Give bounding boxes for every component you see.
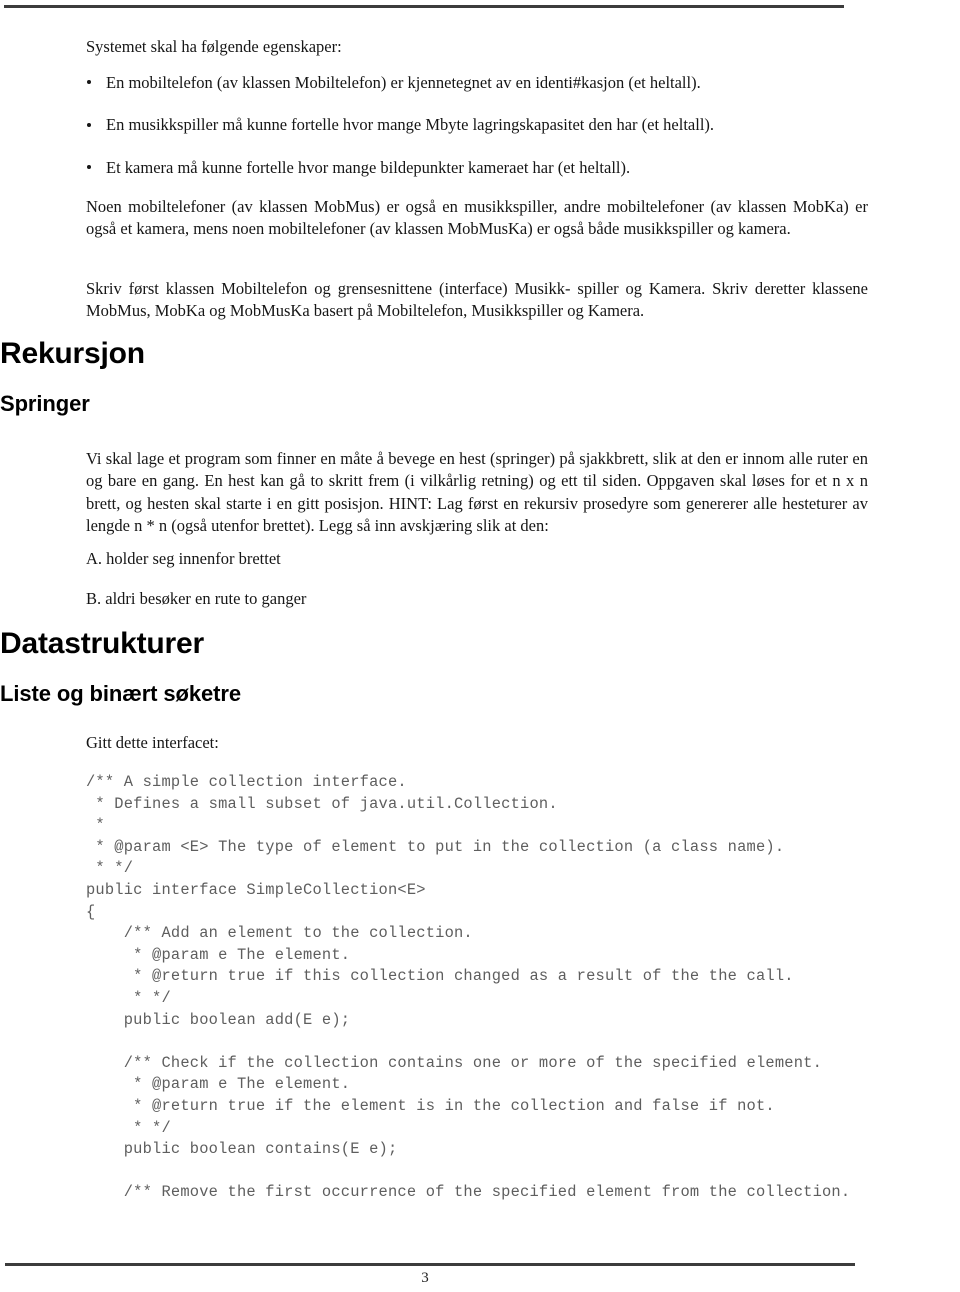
list-item-label: En musikkspiller må kunne fortelle hvor … — [106, 115, 715, 135]
paragraph-task: Skriv først klassen Mobiltelefon og gren… — [86, 279, 868, 321]
bullet-icon — [87, 80, 91, 85]
header-rule — [4, 5, 844, 8]
paragraph-classes: Noen mobiltelefoner (av klassen MobMus) … — [86, 197, 868, 239]
requirements-list: En mobiltelefon (av klassen Mobiltelefon… — [86, 72, 876, 179]
document-page: Systemet skal ha følgende egenskaper: En… — [0, 0, 960, 1292]
constraint-item-b: B. aldri besøker en rute to ganger — [86, 589, 307, 608]
page-number: 3 — [421, 1270, 429, 1286]
list-item-label: En mobiltelefon (av klassen Mobiltelefon… — [106, 73, 701, 92]
heading-datastrukturer: Datastrukturer — [0, 627, 204, 660]
heading-rekursjon: Rekursjon — [0, 337, 145, 370]
heading-springer: Springer — [0, 391, 90, 416]
code-block: /** A simple collection interface. * Def… — [86, 773, 851, 1202]
list-item: En mobiltelefon (av klassen Mobiltelefon… — [86, 72, 876, 94]
list-item: En musikkspiller må kunne fortelle hvor … — [86, 114, 876, 136]
constraint-item-a: A. holder seg innenfor brettet — [86, 549, 281, 568]
footer-rule — [5, 1263, 855, 1266]
list-item: Et kamera må kunne fortelle hvor mange b… — [86, 157, 876, 179]
heading-liste-og-binaert-soketre: Liste og binært søketre — [0, 681, 241, 706]
bullet-icon — [87, 165, 91, 170]
paragraph-springer: Vi skal lage et program som finner en må… — [86, 449, 868, 536]
list-item-label: Et kamera må kunne fortelle hvor mange b… — [106, 157, 631, 177]
gitt-dette-interfacet-line: Gitt dette interfacet: — [86, 733, 219, 752]
intro-line: Systemet skal ha følgende egenskaper: — [86, 37, 342, 56]
bullet-icon — [87, 122, 91, 127]
